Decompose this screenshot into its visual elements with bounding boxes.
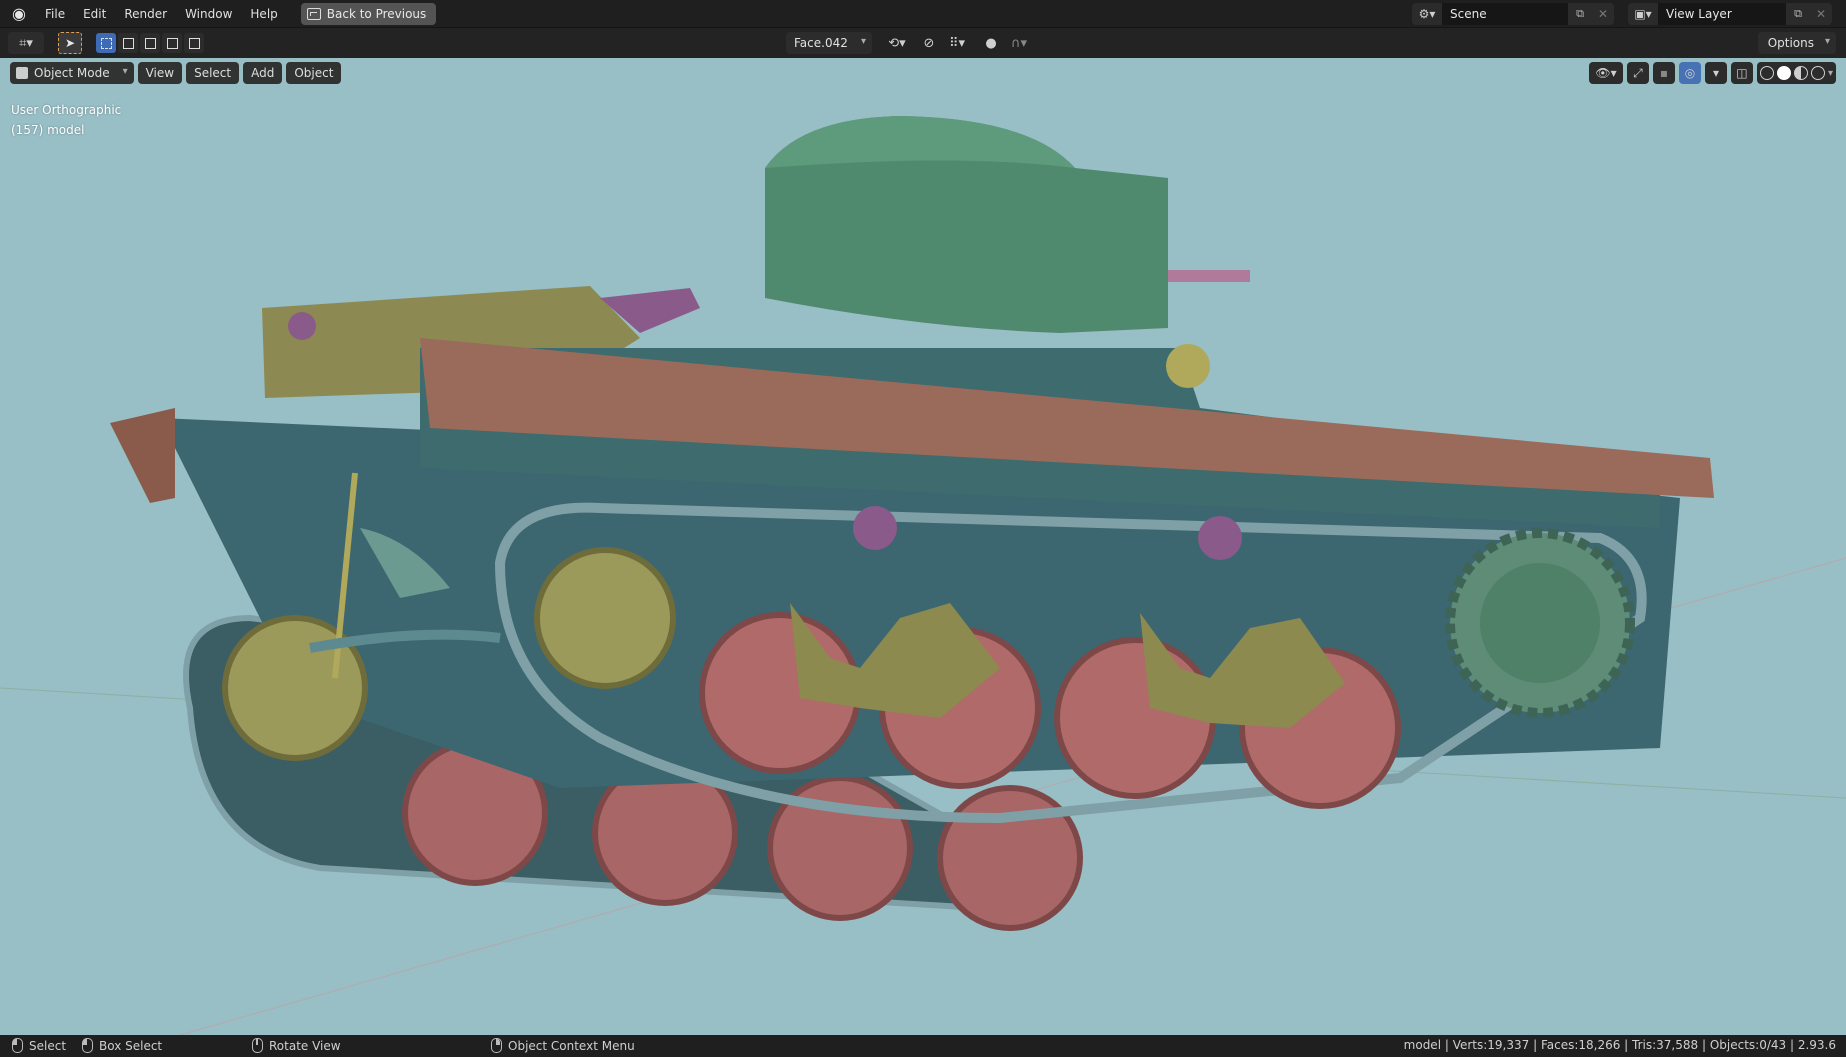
select-tool-icon[interactable]: ➤ [58,32,82,54]
status-box-select-label: Box Select [99,1038,163,1053]
menu-help[interactable]: Help [241,0,286,28]
overlays-dropdown-icon[interactable]: ▾ [1704,62,1727,84]
falloff-icon[interactable]: ∩▾ [1004,32,1034,54]
new-scene-icon[interactable]: ⧉ [1568,3,1592,25]
mouse-drag-icon [82,1038,93,1053]
shading-dropdown-icon[interactable]: ▾ [1828,68,1833,79]
mouse-middle-icon [252,1038,263,1053]
new-view-layer-icon[interactable]: ⧉ [1786,3,1810,25]
rendered-shading-icon[interactable] [1810,66,1825,80]
delete-scene-icon[interactable]: ✕ [1592,3,1614,25]
delete-view-layer-icon[interactable]: ✕ [1810,3,1832,25]
object-mode-dropdown[interactable]: Object Mode ▾ [10,62,134,84]
road-wheel [1054,637,1216,799]
material-preview-icon[interactable] [1793,66,1808,80]
status-select-label: Select [29,1038,67,1053]
active-object-dropdown[interactable]: Face.042 ▾ [786,32,872,54]
object-info-overlay: (157) model [11,123,85,137]
idler-wheel [534,547,676,689]
xray-icon[interactable]: ◫ [1730,62,1753,84]
object-mode-icon [16,67,28,79]
headlight [1166,344,1210,388]
wireframe-shading-icon[interactable] [1759,66,1774,80]
view-layer-name-field[interactable]: View Layer [1658,3,1786,25]
menu-file[interactable]: File [36,0,74,28]
gizmo-toggle-icon[interactable]: ▪ [1652,62,1675,84]
back-to-previous-label: Back to Previous [326,6,427,21]
back-to-previous-button[interactable]: Back to Previous [300,2,437,25]
mouse-left-icon [12,1038,23,1053]
visibility-eye-icon[interactable]: 👁▾ [1588,62,1623,84]
tank-model-render [0,116,1846,1035]
viewport-shading-controls: 👁▾ ⤢ ▪ ◎ ▾ ◫ ▾ [1588,62,1836,84]
turret-top [765,116,1075,168]
object-menu[interactable]: Object [286,62,342,84]
selection-modes [96,33,204,53]
blender-logo-icon[interactable]: ◉ [8,3,30,25]
status-select: Select [12,1038,66,1053]
view-menu[interactable]: View [137,62,183,84]
scene-browse-icon[interactable]: ⚙▾ [1412,3,1442,25]
editor-type-icon[interactable]: ⌗▾ [8,32,44,54]
transform-pivot-icon[interactable]: ⟲▾ [882,32,912,54]
proportional-editing-icon[interactable]: ● [980,32,1002,54]
options-dropdown[interactable]: Options ▾ [1757,32,1836,54]
top-menu-bar: ◉ File Edit Render Window Help Back to P… [0,0,1846,28]
solid-shading-icon[interactable] [1776,66,1791,80]
tool-header: ⌗▾ ➤ Face.042 ▾ ⟲▾ ⊘ ⠿▾ ● ∩▾ Options ▾ [0,28,1846,58]
status-rotate-view: Rotate View [252,1038,341,1053]
object-mode-label: Object Mode [34,66,110,80]
select-invert-icon[interactable] [162,33,182,53]
chevron-down-icon: ▾ [1824,36,1830,47]
shading-modes: ▾ [1756,62,1836,84]
return-roller [853,506,897,550]
add-menu[interactable]: Add [243,62,283,84]
view-layer-browse-icon[interactable]: ▣▾ [1628,3,1658,25]
viewport-header: Object Mode ▾ View Select Add Object [10,62,342,84]
select-extend-icon[interactable] [118,33,138,53]
return-roller [1198,516,1242,560]
status-box-select: Box Select [82,1038,162,1053]
menu-window[interactable]: Window [176,0,241,28]
status-context-menu: Object Context Menu [491,1038,635,1053]
scene-statistics: model | Verts:19,337 | Faces:18,266 | Tr… [1403,1038,1836,1052]
chevron-down-icon: ▾ [860,36,866,47]
scene-name-field[interactable]: Scene [1442,3,1568,25]
chevron-down-icon: ▾ [122,66,128,77]
menu-edit[interactable]: Edit [74,0,115,28]
select-menu[interactable]: Select [186,62,240,84]
options-label: Options [1767,36,1814,50]
select-subtract-icon[interactable] [140,33,160,53]
rear-fender [110,408,175,503]
back-icon [306,7,321,20]
view-layer-selector: ▣▾ View Layer ⧉ ✕ [1628,3,1832,25]
snap-icon[interactable]: ⊘ [918,32,940,54]
status-bar: Select Box Select Rotate View Object Con… [0,1035,1846,1057]
status-rotate-view-label: Rotate View [269,1038,341,1053]
menu-render[interactable]: Render [115,0,176,28]
exhaust-port [288,312,316,340]
overlays-icon[interactable]: ◎ [1678,62,1701,84]
active-object-label: Face.042 [794,36,848,50]
status-context-menu-label: Object Context Menu [508,1038,635,1053]
mouse-right-icon [491,1038,502,1053]
select-intersect-icon[interactable] [184,33,204,53]
snap-target-icon[interactable]: ⠿▾ [942,32,972,54]
view-name-overlay: User Orthographic [11,103,122,117]
3d-viewport[interactable]: Object Mode ▾ View Select Add Object Use… [0,58,1846,1035]
select-new-icon[interactable] [96,33,116,53]
scene-selector: ⚙▾ Scene ⧉ ✕ [1412,3,1614,25]
sprocket-hub [1480,563,1600,683]
turret-gun [1168,270,1250,282]
gizmo-icon[interactable]: ⤢ [1626,62,1649,84]
